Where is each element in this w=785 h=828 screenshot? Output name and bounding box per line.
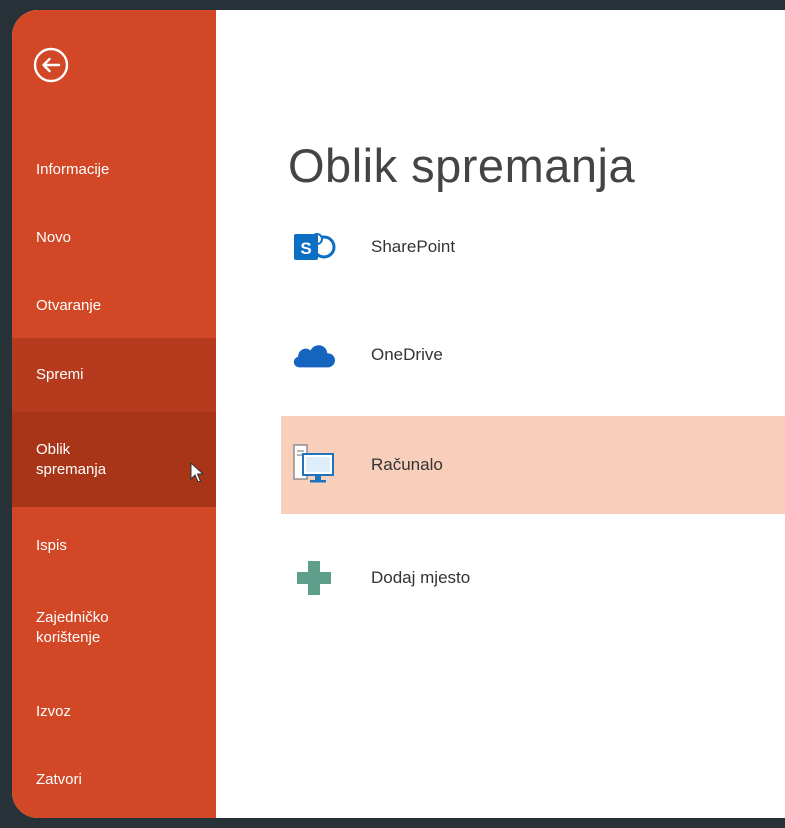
sidebar-item-spremi[interactable]: Spremi [12, 338, 216, 412]
sidebar-item-ispis[interactable]: Ispis [12, 524, 216, 568]
sidebar-item-novo[interactable]: Novo [12, 216, 216, 260]
sidebar-item-informacije[interactable]: Informacije [12, 148, 216, 192]
sidebar-item-izvoz[interactable]: Izvoz [12, 690, 216, 734]
sidebar-item-zajednicko-koristenje[interactable]: Zajedničko korištenje [12, 600, 216, 656]
sidebar-item-oblik-spremanja[interactable]: Oblik spremanja [12, 412, 216, 507]
sidebar-item-zatvori[interactable]: Zatvori [12, 758, 216, 802]
sharepoint-icon: S [291, 227, 337, 267]
back-arrow-icon [33, 47, 69, 83]
computer-icon [291, 444, 337, 485]
location-label: Računalo [371, 455, 443, 474]
backstage-sidebar: Informacije Novo Otvaranje Spremi Oblik … [12, 10, 216, 818]
back-button[interactable] [32, 46, 70, 84]
backstage-window: Informacije Novo Otvaranje Spremi Oblik … [12, 10, 785, 818]
location-sharepoint[interactable]: S SharePoint [281, 207, 785, 287]
location-label: OneDrive [371, 345, 443, 364]
add-place-icon [291, 558, 337, 598]
location-label: Dodaj mjesto [371, 568, 471, 587]
save-as-panel: Oblik spremanja S SharePoint OneDrive Ra… [216, 10, 785, 818]
location-racunalo[interactable]: Računalo [281, 416, 785, 514]
svg-text:S: S [300, 239, 311, 258]
location-label: SharePoint [371, 237, 456, 256]
onedrive-cloud-icon [291, 335, 337, 375]
mouse-pointer-icon [190, 462, 204, 483]
sidebar-item-otvaranje[interactable]: Otvaranje [12, 284, 216, 328]
location-dodaj-mjesto[interactable]: Dodaj mjesto [281, 538, 785, 618]
location-onedrive[interactable]: OneDrive [281, 310, 785, 400]
page-title: Oblik spremanja [288, 139, 636, 192]
